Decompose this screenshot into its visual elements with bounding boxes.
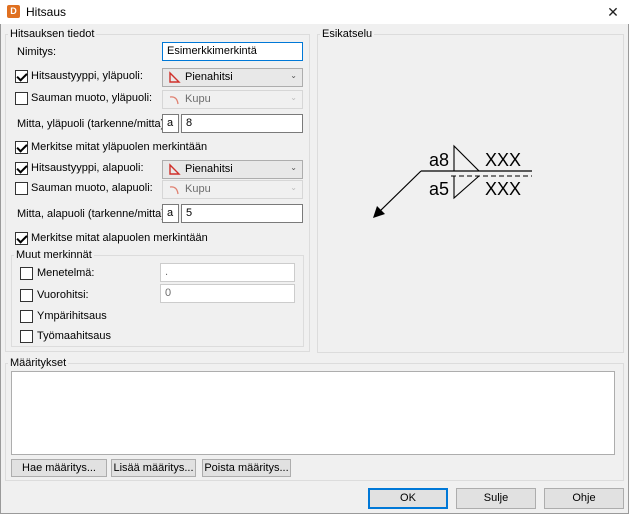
close-icon[interactable]: ✕ <box>600 2 626 22</box>
arrow-line <box>376 170 422 215</box>
ok-button[interactable]: OK <box>368 488 448 509</box>
definitions-list[interactable] <box>11 371 615 455</box>
upper-type-combo[interactable]: Pienahitsi ⌄ <box>162 68 303 87</box>
staggered-label: Vuorohitsi: <box>37 289 89 301</box>
weld-symbol-preview: a8 XXX a5 XXX <box>373 144 532 218</box>
close-button[interactable]: Sulje <box>456 488 536 509</box>
mark-lower-checkbox[interactable] <box>15 232 28 245</box>
title-bar: D Hitsaus ✕ <box>0 0 629 24</box>
upper-dim-label: Mitta, yläpuoli (tarkenne/mitta): <box>17 118 168 130</box>
name-input[interactable]: Esimerkkimerkintä <box>162 42 303 61</box>
app-icon: D <box>7 5 20 18</box>
upper-type-label: Hitsaustyyppi, yläpuoli: <box>31 70 143 82</box>
lower-dim-label: Mitta, alapuoli (tarkenne/mitta): <box>17 208 169 220</box>
upper-prefix-input[interactable]: a <box>162 114 179 133</box>
mark-upper-checkbox[interactable] <box>15 141 28 154</box>
staggered-input[interactable]: 0 <box>160 284 295 303</box>
lower-size-input[interactable]: 5 <box>181 204 303 223</box>
fillet-weld-icon <box>169 71 181 83</box>
mark-upper-label: Merkitse mitat yläpuolen merkintään <box>31 141 208 153</box>
mark-lower-label: Merkitse mitat alapuolen merkintään <box>31 232 208 244</box>
chevron-down-icon: ⌄ <box>290 183 297 192</box>
field-weld-label: Työmaahitsaus <box>37 330 111 342</box>
remove-definition-button[interactable]: Poista määritys... <box>202 459 291 477</box>
lower-prefix-input[interactable]: a <box>162 204 179 223</box>
all-around-checkbox[interactable] <box>20 310 33 323</box>
upper-type-value: Pienahitsi <box>185 71 233 83</box>
add-definition-button[interactable]: Lisää määritys... <box>111 459 196 477</box>
lower-type-combo[interactable]: Pienahitsi ⌄ <box>162 160 303 179</box>
all-around-label: Ympärihitsaus <box>37 310 107 322</box>
convex-shape-icon <box>169 96 179 105</box>
upper-size-input[interactable]: 8 <box>181 114 303 133</box>
upper-shape-checkbox[interactable] <box>15 92 28 105</box>
lower-shape-combo[interactable]: Kupu ⌄ <box>162 180 303 199</box>
help-button[interactable]: Ohje <box>544 488 624 509</box>
fetch-definition-button[interactable]: Hae määritys... <box>11 459 107 477</box>
lower-size-text: a5 <box>429 179 449 199</box>
convex-shape-icon <box>169 186 179 195</box>
upper-type-checkbox[interactable] <box>15 70 28 83</box>
upper-fillet-symbol <box>453 144 481 172</box>
lower-length-text: XXX <box>485 179 521 199</box>
lower-type-checkbox[interactable] <box>15 162 28 175</box>
method-label: Menetelmä: <box>37 267 95 279</box>
chevron-down-icon: ⌄ <box>290 163 297 172</box>
staggered-checkbox[interactable] <box>20 289 33 302</box>
fillet-weld-icon <box>169 163 181 175</box>
upper-shape-label: Sauman muoto, yläpuoli: <box>31 92 153 104</box>
lower-fillet-symbol <box>453 175 480 200</box>
field-weld-checkbox[interactable] <box>20 330 33 343</box>
method-input[interactable]: . <box>160 263 295 282</box>
definitions-legend: Määritykset <box>10 357 67 369</box>
chevron-down-icon: ⌄ <box>290 93 297 102</box>
method-checkbox[interactable] <box>20 267 33 280</box>
upper-shape-value: Kupu <box>185 93 211 105</box>
lower-shape-value: Kupu <box>185 183 211 195</box>
other-marks-legend: Muut merkinnät <box>16 249 92 261</box>
weld-info-legend: Hitsauksen tiedot <box>10 28 95 40</box>
chevron-down-icon: ⌄ <box>290 71 297 80</box>
upper-shape-combo[interactable]: Kupu ⌄ <box>162 90 303 109</box>
lower-type-value: Pienahitsi <box>185 163 233 175</box>
window-title: Hitsaus <box>26 5 67 19</box>
lower-shape-label: Sauman muoto, alapuoli: <box>31 182 153 194</box>
lower-shape-checkbox[interactable] <box>15 182 28 195</box>
upper-size-text: a8 <box>429 150 449 170</box>
lower-type-label: Hitsaustyyppi, alapuoli: <box>31 162 144 174</box>
upper-length-text: XXX <box>485 150 521 170</box>
name-label: Nimitys: <box>17 46 57 58</box>
